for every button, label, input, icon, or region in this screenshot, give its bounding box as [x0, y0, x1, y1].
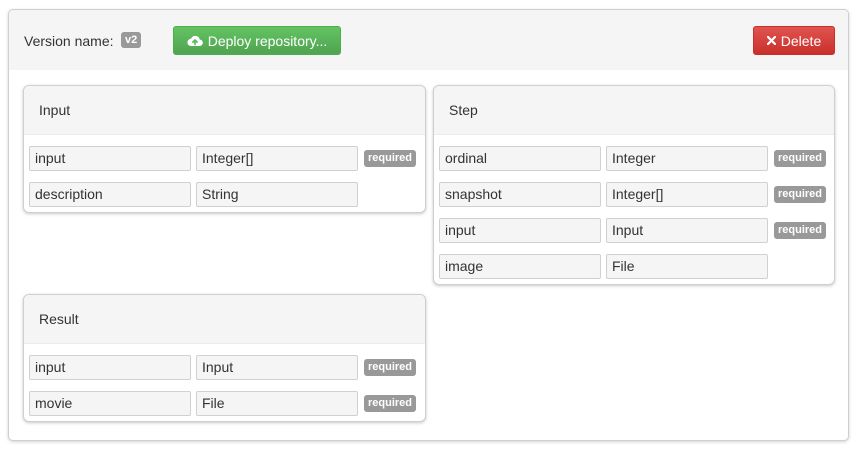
version-header: Version name: v2 Deploy repository... De…: [9, 10, 848, 70]
field-row: input Input required: [434, 218, 834, 244]
input-panel-title: Input: [24, 86, 425, 135]
result-panel-title: Result: [24, 295, 425, 344]
field-type[interactable]: File: [196, 391, 358, 416]
field-row: description String: [24, 182, 425, 208]
delete-button[interactable]: Delete: [753, 26, 835, 55]
field-type[interactable]: Integer[]: [606, 182, 768, 207]
field-type[interactable]: Input: [196, 355, 358, 380]
field-row: image File: [434, 254, 834, 280]
step-panel-title: Step: [434, 86, 834, 135]
field-name[interactable]: movie: [29, 391, 191, 416]
version-card: Version name: v2 Deploy repository... De…: [8, 9, 849, 441]
required-badge: required: [774, 186, 827, 203]
field-row: input Integer[] required: [24, 146, 425, 172]
close-icon: [766, 36, 776, 45]
field-name[interactable]: input: [439, 218, 601, 243]
deploy-repository-label: Deploy repository...: [207, 32, 328, 49]
field-name[interactable]: input: [29, 355, 191, 380]
step-panel: Step ordinal Integer required snapshot I…: [433, 85, 835, 285]
field-name[interactable]: snapshot: [439, 182, 601, 207]
field-type[interactable]: Integer[]: [196, 146, 358, 171]
cloud-upload-icon: [187, 34, 203, 47]
field-name[interactable]: description: [29, 182, 191, 207]
version-name-label: Version name:: [24, 33, 114, 49]
required-badge: required: [364, 150, 417, 167]
input-panel: Input input Integer[] required descripti…: [23, 85, 426, 213]
deploy-repository-button[interactable]: Deploy repository...: [173, 26, 341, 55]
field-type[interactable]: String: [196, 182, 358, 207]
field-name[interactable]: image: [439, 254, 601, 279]
field-row: ordinal Integer required: [434, 146, 834, 172]
delete-label: Delete: [780, 32, 822, 49]
field-row: snapshot Integer[] required: [434, 182, 834, 208]
field-type[interactable]: File: [606, 254, 768, 279]
required-badge: required: [364, 359, 417, 376]
field-name[interactable]: ordinal: [439, 146, 601, 171]
field-row: input Input required: [24, 355, 425, 381]
field-name[interactable]: input: [29, 146, 191, 171]
field-row: movie File required: [24, 391, 425, 417]
field-type[interactable]: Input: [606, 218, 768, 243]
required-badge: required: [774, 150, 827, 167]
field-type[interactable]: Integer: [606, 146, 768, 171]
required-badge: required: [364, 395, 417, 412]
result-panel: Result input Input required movie File r…: [23, 294, 426, 422]
version-badge: v2: [121, 32, 142, 48]
required-badge: required: [774, 222, 827, 239]
